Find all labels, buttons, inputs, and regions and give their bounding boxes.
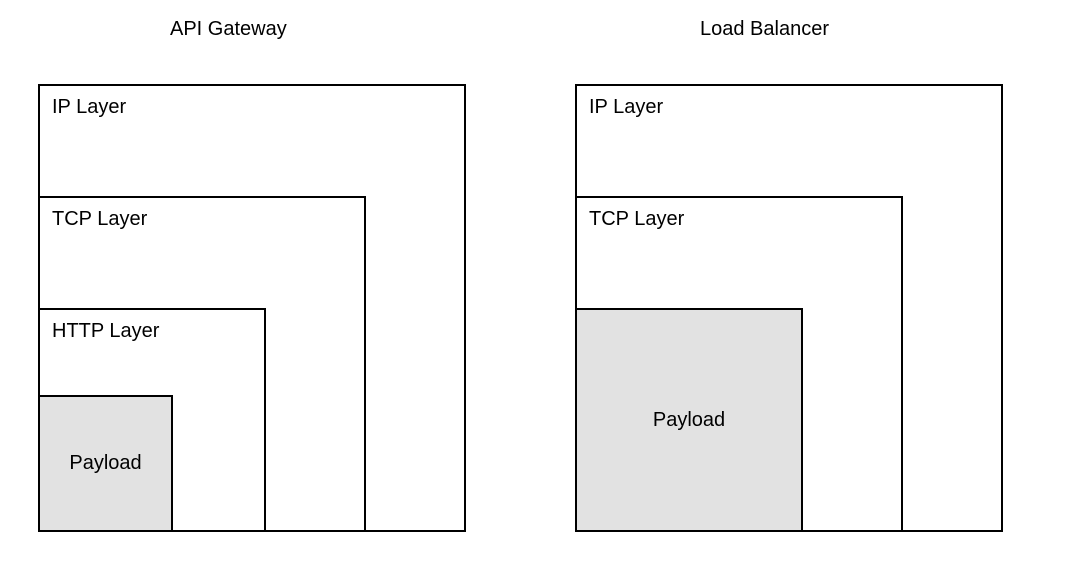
api-gateway-title: API Gateway (170, 18, 287, 41)
right-tcp-layer-label: TCP Layer (589, 208, 684, 231)
right-ip-layer-label: IP Layer (589, 96, 663, 119)
left-payload-label: Payload (69, 452, 141, 475)
load-balancer-title: Load Balancer (700, 18, 829, 41)
right-payload-box: Payload (575, 308, 803, 532)
right-payload-label: Payload (653, 409, 725, 432)
left-http-layer-label: HTTP Layer (52, 320, 159, 343)
left-payload-box: Payload (38, 395, 173, 532)
left-ip-layer-label: IP Layer (52, 96, 126, 119)
left-tcp-layer-label: TCP Layer (52, 208, 147, 231)
network-layer-diagram: API Gateway Load Balancer IP Layer TCP L… (0, 0, 1074, 566)
